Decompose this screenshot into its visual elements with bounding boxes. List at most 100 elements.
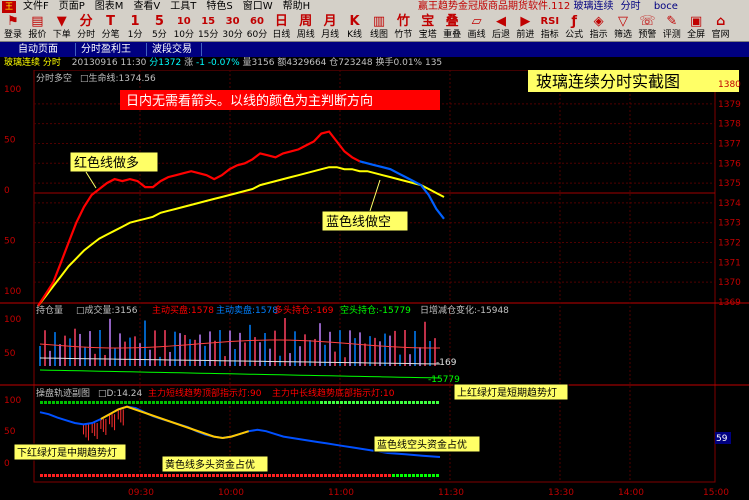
toolbar-button-3[interactable]: 分分时 — [75, 15, 97, 41]
short-light — [296, 401, 299, 404]
toolbar-button-19[interactable]: ▱ 画线 — [466, 15, 488, 41]
menu-item-1[interactable]: 页面P — [54, 0, 90, 14]
toolbar-button-18[interactable]: 叠重叠 — [441, 15, 463, 41]
time-label: 13:30 — [548, 488, 574, 498]
toolbar-button-25[interactable]: ▽ 筛选 — [612, 15, 634, 41]
blue-label-text: 蓝色线做空 — [326, 214, 391, 230]
mid-light — [292, 474, 295, 477]
toolbar-button-15[interactable]: ▥ 线图 — [368, 15, 390, 41]
short-light — [280, 401, 283, 404]
mid-light — [180, 474, 183, 477]
toolbar-icon-1: ▤ — [31, 14, 44, 29]
toolbar-button-12[interactable]: 周周线 — [295, 15, 317, 41]
toolbar-button-9[interactable]: 30 30分 — [222, 15, 244, 41]
toolbar-button-28[interactable]: ▣ 全屏 — [685, 15, 707, 41]
short-light — [76, 401, 79, 404]
info-turnover: 换手0.01% — [375, 58, 423, 68]
menu-item-6[interactable]: 窗口W — [238, 0, 278, 14]
toolbar-button-4[interactable]: T 分笔 — [100, 15, 122, 41]
short-light — [60, 401, 63, 404]
toolbar-button-0[interactable]: ⚑ 登录 — [2, 15, 24, 41]
toolbar-button-5[interactable]: 1 1分 — [124, 15, 146, 41]
info-last: 135 — [424, 58, 443, 68]
blue-label-pointer — [369, 179, 381, 212]
toolbar-button-22[interactable]: RSI 指标 — [539, 15, 561, 41]
toolbar-icon-2: ▼ — [56, 14, 67, 29]
mid-light — [124, 474, 127, 477]
toolbar-label-0: 登录 — [3, 30, 22, 40]
toolbar-button-21[interactable]: ▶ 前进 — [514, 15, 536, 41]
menu-item-3[interactable]: 查看V — [128, 0, 165, 14]
pos-daily: 日增减仓变化:-15948 — [420, 304, 509, 316]
mid-light — [368, 474, 371, 477]
toolbar-button-13[interactable]: 月月线 — [319, 15, 341, 41]
menu-item-2[interactable]: 图表M — [90, 0, 129, 14]
toolbar-label-6: 5分 — [152, 30, 167, 40]
short-light — [148, 401, 151, 404]
short-light — [224, 401, 227, 404]
short-light — [348, 401, 351, 404]
toolbar-button-27[interactable]: ✎ 评测 — [661, 15, 683, 41]
info-vol: 量3156 — [242, 58, 275, 68]
ind-short-light: 主力短线趋势顶部指示灯:90 — [148, 387, 262, 399]
toolbar-label-22: 指标 — [540, 30, 559, 40]
toolbar-button-14[interactable]: K K线 — [344, 15, 366, 41]
short-light — [56, 401, 59, 404]
menu-item-5[interactable]: 特色S — [201, 0, 237, 14]
menu-item-7[interactable]: 帮助H — [278, 0, 316, 14]
toolbar-button-26[interactable]: ☏ 预警 — [636, 15, 658, 41]
menu-item-4[interactable]: 工具T — [165, 0, 201, 14]
toolbar-button-7[interactable]: 10 10分 — [173, 15, 195, 41]
short-light — [200, 401, 203, 404]
toolbar-icon-26: ☏ — [639, 14, 656, 29]
mid-light — [200, 474, 203, 477]
toolbar-icon-29: ⌂ — [715, 14, 726, 29]
toolbar-label-1: 报价 — [28, 30, 47, 40]
mid-light — [296, 474, 299, 477]
chart-area[interactable]: 分时多空 □生命线:1374.56 玻璃连续分时实截图 日内无需看箭头。以线的颜… — [0, 70, 749, 500]
mid-light — [160, 474, 163, 477]
tab-swing-trade[interactable]: 波段交易 — [148, 43, 202, 56]
short-light — [144, 401, 147, 404]
toolbar-button-23[interactable]: ƒ 公式 — [563, 15, 585, 41]
y-right-tick: 1374 — [718, 199, 741, 209]
menu-item-0[interactable]: 文件F — [18, 0, 54, 14]
toolbar-icon-17: 宝 — [421, 14, 435, 29]
mid-light — [412, 474, 415, 477]
note-text: 日内无需看箭头。以线的颜色为主判断方向 — [126, 93, 373, 109]
toolbar-button-2[interactable]: ▼ 下单 — [51, 15, 73, 41]
tab-profit-king[interactable]: 分时盈利王 — [77, 43, 147, 56]
app-menu-icon[interactable]: 王 — [2, 1, 16, 13]
toolbar-icon-10: 60 — [250, 16, 264, 27]
tab-auto-page[interactable]: 自动页面 — [14, 43, 76, 56]
toolbar-button-8[interactable]: 15 15分 — [197, 15, 219, 41]
toolbar-icon-5: 1 — [130, 14, 140, 29]
short-light — [92, 401, 95, 404]
toolbar-icon-4: T — [106, 14, 116, 29]
mid-light — [148, 474, 151, 477]
mid-light — [108, 474, 111, 477]
toolbar-button-20[interactable]: ◀ 后退 — [490, 15, 512, 41]
toolbar-icon-14: K — [349, 14, 360, 29]
mid-light — [432, 474, 435, 477]
toolbar-button-29[interactable]: ⌂ 官网 — [710, 15, 732, 41]
info-price: 分1372 — [149, 58, 182, 68]
mid-light — [156, 474, 159, 477]
mid-light — [144, 474, 147, 477]
toolbar-button-11[interactable]: 日日线 — [270, 15, 292, 41]
toolbar-button-6[interactable]: 5 5分 — [148, 15, 170, 41]
toolbar-button-1[interactable]: ▤ 报价 — [26, 15, 48, 41]
quote-info-bar: 玻璃连续 分时 20130916 11:30 分1372 涨 -1 -0.07%… — [0, 57, 749, 70]
toolbar-button-24[interactable]: ◈ 指示 — [588, 15, 610, 41]
info-amount: 额4329664 — [277, 58, 327, 68]
toolbar-button-10[interactable]: 60 60分 — [246, 15, 268, 41]
short-light — [96, 401, 99, 404]
short-light — [128, 401, 131, 404]
mid-light — [392, 474, 395, 477]
ind-note-top: 上红绿灯是短期趋势灯 — [457, 386, 557, 399]
mid-light — [400, 474, 403, 477]
toolbar-label-24: 指示 — [589, 30, 608, 40]
toolbar-button-16[interactable]: 竹竹节 — [392, 15, 414, 41]
toolbar-button-17[interactable]: 宝宝塔 — [417, 15, 439, 41]
toolbar-label-7: 10分 — [173, 30, 195, 40]
